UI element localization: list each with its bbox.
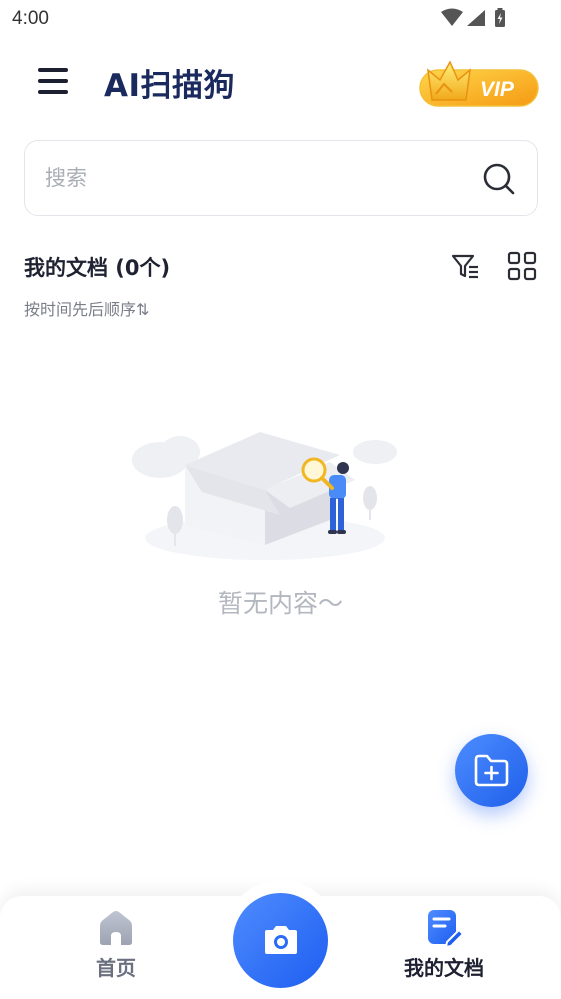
status-bar: 4:00 [0, 0, 561, 38]
sort-order-toggle[interactable]: 按时间先后顺序⇅ [24, 296, 149, 320]
documents-title: 我的文档 (0个) [24, 256, 171, 280]
menu-icon-line [38, 90, 68, 94]
battery-icon [495, 8, 505, 27]
empty-state-illustration [132, 432, 397, 560]
vip-button[interactable]: VIP [418, 54, 540, 110]
document-edit-icon [428, 910, 463, 948]
nav-label-home: 首页 [96, 956, 136, 980]
grid-view-icon[interactable] [506, 250, 538, 282]
wifi-icon [441, 8, 463, 26]
app-header: AI扫描狗 VIP [0, 50, 561, 116]
empty-state-text: 暂无内容～ [217, 589, 343, 618]
filter-icon[interactable] [450, 250, 482, 282]
vip-label: VIP [480, 78, 515, 101]
nav-label-my-documents: 我的文档 [404, 956, 484, 980]
nav-item-my-documents[interactable]: 我的文档 [384, 908, 504, 988]
signal-icon [467, 10, 485, 26]
nav-item-home[interactable]: 首页 [56, 908, 176, 988]
camera-scan-button[interactable] [233, 893, 328, 988]
menu-button[interactable] [36, 66, 70, 96]
camera-icon [265, 926, 297, 954]
crown-icon [427, 60, 471, 101]
search-input[interactable] [45, 159, 465, 197]
menu-icon-line [38, 68, 68, 72]
app-title: AI扫描狗 [104, 68, 236, 104]
search-bar [24, 140, 538, 216]
status-time: 4:00 [12, 8, 49, 29]
search-icon[interactable] [481, 161, 517, 197]
new-folder-button[interactable] [455, 734, 528, 807]
folder-add-icon [474, 754, 509, 787]
home-icon [100, 911, 132, 945]
status-icons [441, 8, 505, 27]
menu-icon-line [38, 79, 68, 83]
